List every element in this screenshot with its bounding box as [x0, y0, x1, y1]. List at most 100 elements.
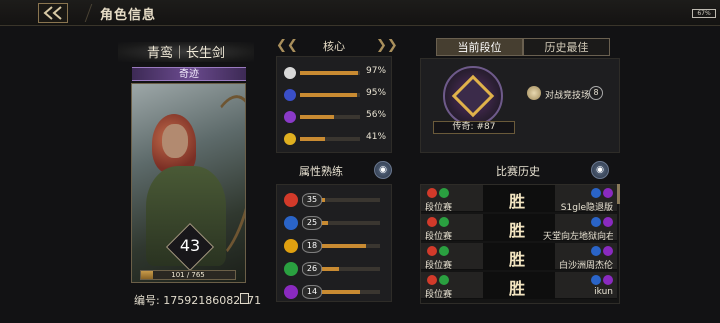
attribute-value: 25 [302, 216, 322, 230]
arena-label: 对战竞技场 [545, 91, 591, 101]
match-mode: 段位赛 [425, 203, 453, 213]
attribute-bar [322, 244, 380, 248]
tab-history-best[interactable]: 历史最佳 [523, 38, 610, 56]
purple-hero-icon [603, 188, 613, 198]
attribute-row: 18 [284, 238, 384, 254]
back-button[interactable] [38, 3, 68, 23]
core-row: 56% [284, 110, 390, 124]
green-attribute-icon [284, 262, 298, 276]
top-bar: 角色信息 67% [0, 0, 720, 26]
blue-attribute-icon [284, 216, 298, 230]
blue-hero-icon [591, 246, 601, 256]
match-result: 胜 [509, 192, 526, 211]
match-result: 胜 [509, 279, 526, 298]
attributes-eye-icon[interactable]: ◉ [374, 161, 392, 179]
match-mode: 段位赛 [425, 290, 453, 300]
attribute-bar [322, 221, 380, 225]
attribute-value: 26 [302, 262, 322, 276]
green-hero-icon [439, 246, 449, 256]
attribute-row: 35 [284, 192, 384, 208]
arena-count: 8 [589, 86, 603, 100]
history-title: 比赛历史 [496, 165, 540, 178]
white-orb-icon [284, 67, 296, 79]
blue-hero-icon [591, 188, 601, 198]
opponent-name: 天堂向左地狱向右 [543, 232, 613, 242]
match-row[interactable]: 段位赛 胜 S1gle隐退版 [421, 185, 617, 213]
core-title: 核心 [323, 40, 345, 53]
purple-hero-icon [603, 217, 613, 227]
attribute-row: 14 [284, 284, 384, 300]
yellow-attribute-icon [284, 239, 298, 253]
core-bar-fill [300, 115, 334, 119]
hero-face-art [162, 124, 188, 158]
attribute-bar [322, 198, 380, 202]
core-bar-fill [300, 137, 325, 141]
match-row[interactable]: 段位赛 胜 ikun [421, 272, 617, 300]
core-row: 95% [284, 88, 390, 102]
attribute-bar [322, 267, 380, 271]
core-bar-fill [300, 93, 357, 97]
red-attribute-icon [284, 193, 298, 207]
purple-hero-icon [603, 246, 613, 256]
blue-hero-icon [591, 217, 601, 227]
arena-icon [527, 86, 541, 100]
attribute-bar-fill [322, 221, 328, 225]
red-hero-icon [427, 188, 437, 198]
opponent-name: 白沙洲周杰伦 [558, 261, 613, 271]
hero-name: 青鸾｜长生剑 [118, 42, 254, 62]
attribute-bar-fill [322, 290, 360, 294]
attribute-bar-fill [322, 244, 366, 248]
core-value: 97% [366, 66, 387, 76]
tab-current-rank[interactable]: 当前段位 [436, 38, 523, 56]
green-hero-icon [439, 275, 449, 285]
attribute-bar-fill [322, 198, 325, 202]
match-result: 胜 [509, 221, 526, 240]
core-bar [300, 115, 360, 119]
opponent-name: ikun [594, 287, 613, 297]
attribute-row: 26 [284, 261, 384, 277]
match-row[interactable]: 段位赛 胜 天堂向左地狱向右 [421, 214, 617, 242]
purple-hero-icon [603, 275, 613, 285]
attribute-bar [322, 290, 380, 294]
level-number: 43 [179, 236, 201, 255]
blue-hero-icon [591, 275, 601, 285]
gold-hexagon-icon [284, 133, 296, 145]
core-row: 41% [284, 132, 390, 146]
attribute-value: 14 [302, 285, 322, 299]
core-bar-fill [300, 71, 359, 75]
chevron-right-icon[interactable]: ❯❯ [376, 38, 398, 53]
match-result: 胜 [509, 250, 526, 269]
purple-attribute-icon [284, 285, 298, 299]
attribute-row: 25 [284, 215, 384, 231]
core-bar [300, 71, 360, 75]
core-value: 95% [366, 88, 387, 98]
divider [84, 4, 93, 22]
red-hero-icon [427, 275, 437, 285]
page-title: 角色信息 [100, 8, 157, 23]
core-bar [300, 137, 360, 141]
core-value: 56% [366, 110, 387, 120]
red-hero-icon [427, 246, 437, 256]
xp-text: 101 / 765 [171, 271, 205, 279]
core-bar [300, 93, 360, 97]
core-value: 41% [366, 132, 387, 142]
rank-tabs: 当前段位 历史最佳 [436, 38, 611, 56]
attributes-title: 属性熟练 [299, 165, 343, 178]
opponent-name: S1gle隐退版 [560, 203, 613, 213]
green-hero-icon [439, 188, 449, 198]
legend-rank-label: 传奇: #87 [433, 121, 515, 134]
match-row[interactable]: 段位赛 胜 白沙洲周杰伦 [421, 243, 617, 271]
history-eye-icon[interactable]: ◉ [591, 161, 609, 179]
match-mode: 段位赛 [425, 232, 453, 242]
blue-triangle-icon [284, 89, 296, 101]
attribute-value: 18 [302, 239, 322, 253]
red-hero-icon [427, 217, 437, 227]
attribute-value: 35 [302, 193, 322, 207]
hero-rarity-tag: 奇迹 [132, 67, 246, 81]
green-hero-icon [439, 217, 449, 227]
history-scrollbar[interactable] [617, 184, 620, 204]
copy-id-icon[interactable] [240, 293, 249, 304]
core-row: 97% [284, 66, 390, 80]
double-chevron-left-icon [43, 6, 62, 20]
purple-diamond-icon [284, 111, 296, 123]
